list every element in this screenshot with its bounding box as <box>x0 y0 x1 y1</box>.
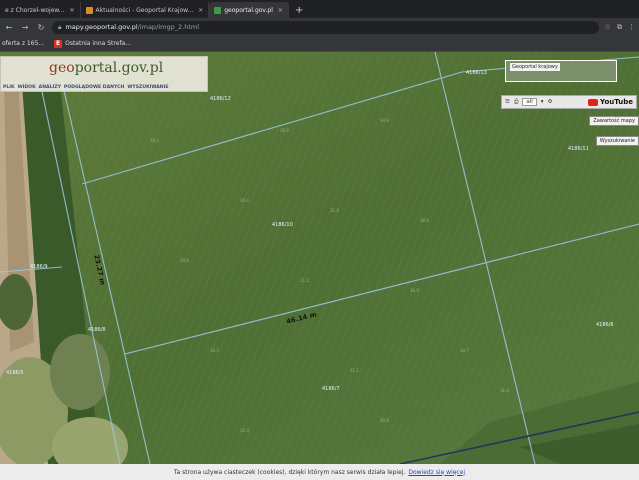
print-icon[interactable]: ⎙ <box>514 99 518 106</box>
svg-text:30.8: 30.8 <box>420 218 429 223</box>
tab-bar: e z Chorzel-wojew... ✕ Aktualności - Geo… <box>0 0 639 18</box>
back-icon[interactable]: ← <box>4 23 14 32</box>
extensions-icon[interactable]: ⧉ <box>617 23 622 32</box>
youtube-link[interactable]: YouTube <box>588 98 633 106</box>
map-viewport[interactable]: 30.4 31.0 30.8 30.6 31.2 30.9 30.5 31.1 30.7 3… <box>0 52 639 464</box>
search-panel-button[interactable]: Wyszukiwanie <box>595 136 639 146</box>
menu-item-analizy[interactable]: ANALIZY <box>39 85 61 90</box>
svg-text:31.0: 31.0 <box>500 388 509 393</box>
parcel-id[interactable]: 4186/6 <box>596 322 614 328</box>
svg-text:30.7: 30.7 <box>460 348 469 353</box>
menu-item-wyszukiwanie[interactable]: WYSZUKIWANIE <box>127 85 168 90</box>
close-icon[interactable]: ✕ <box>198 7 203 14</box>
tab-geoportal[interactable]: geoportal.gov.pl ✕ <box>209 2 289 18</box>
svg-text:31.1: 31.1 <box>350 368 359 373</box>
geoportal-logo[interactable]: geoportal.gov.pl <box>49 60 163 76</box>
map-controls: ☰ ⎙ all ▾ ⚙ YouTube <box>501 95 637 109</box>
cookie-text: Ta strona używa ciasteczek (cookies), dz… <box>173 468 406 476</box>
bookmark-label: oferta z 165... <box>2 40 45 47</box>
close-icon[interactable]: ✕ <box>278 7 283 14</box>
bookmark-item[interactable]: E Ostatnia inna Strefa... <box>54 39 131 48</box>
tab-aktualnosci[interactable]: Aktualności - Geoportal Krajow... ✕ <box>81 2 210 18</box>
svg-text:30.5: 30.5 <box>210 348 219 353</box>
geoportal-favicon-icon <box>214 6 222 14</box>
tab-label: geoportal.gov.pl <box>224 6 273 14</box>
svg-text:30.6: 30.6 <box>180 258 189 263</box>
geoportal-menu: PLIK WIDOK ANALIZY PODGLĄDOWE DANYCH WYS… <box>1 81 209 93</box>
close-icon[interactable]: ✕ <box>69 7 74 14</box>
svg-text:30.8: 30.8 <box>380 118 389 123</box>
reload-icon[interactable]: ↻ <box>36 23 46 32</box>
cookie-bar: Ta strona używa ciasteczek (cookies), dz… <box>0 464 639 480</box>
settings-icon[interactable]: ⚙ <box>548 99 553 105</box>
parcel-id[interactable]: 4186/8 <box>88 327 106 333</box>
menu-item-widok[interactable]: WIDOK <box>18 85 36 90</box>
forward-icon[interactable]: → <box>20 23 30 32</box>
parcel-id[interactable]: 4186/13 <box>466 70 487 76</box>
svg-text:31.0: 31.0 <box>330 208 339 213</box>
bookmark-item[interactable]: oferta z 165... <box>2 40 44 47</box>
address-bar[interactable]: 🔒︎ mapy.geoportal.gov.pl/imap/Imgp_2.htm… <box>52 20 599 34</box>
svg-text:30.9: 30.9 <box>380 418 389 423</box>
parcel-id[interactable]: 4186/9 <box>30 264 48 270</box>
bookmark-label: Ostatnia inna Strefa... <box>65 40 131 47</box>
tab-chorzele[interactable]: e z Chorzel-wojew... ✕ <box>0 2 81 18</box>
cookie-more-link[interactable]: Dowiedz się więcej <box>408 469 465 476</box>
svg-text:30.4: 30.4 <box>240 198 249 203</box>
parcel-id[interactable]: 4186/12 <box>210 96 231 102</box>
bookmarks-bar: oferta z 165... E Ostatnia inna Strefa..… <box>0 36 639 52</box>
tab-label: Aktualności - Geoportal Krajow... <box>95 6 194 14</box>
new-tab-button[interactable]: + <box>289 5 309 18</box>
overview-minimap[interactable]: Geoportal krajowy <box>505 60 617 82</box>
browser-toolbar: ← → ↻ 🔒︎ mapy.geoportal.gov.pl/imap/Imgp… <box>0 18 639 36</box>
minimap-label: Geoportal krajowy <box>510 63 560 71</box>
address-host: mapy.geoportal.gov.pl <box>65 23 138 31</box>
parcel-id[interactable]: 4186/11 <box>568 146 589 152</box>
menu-item-plik[interactable]: PLIK <box>3 85 15 90</box>
lock-icon: 🔒︎ <box>58 22 62 31</box>
svg-text:30.3: 30.3 <box>240 428 249 433</box>
bookmark-star-icon[interactable]: ☆ <box>605 23 611 31</box>
svg-text:30.6: 30.6 <box>280 128 289 133</box>
zoom-select[interactable]: all <box>522 98 537 106</box>
bookmark-favicon-icon: E <box>54 39 63 48</box>
parcel-id[interactable]: 4186/5 <box>6 370 24 376</box>
parcel-id[interactable]: 4186/10 <box>272 222 293 228</box>
tab-label: e z Chorzel-wojew... <box>5 6 65 14</box>
geoportal-header: geoportal.gov.pl PLIK WIDOK ANALIZY PODG… <box>0 56 208 92</box>
chevron-down-icon[interactable]: ▾ <box>541 99 544 105</box>
svg-text:31.2: 31.2 <box>300 278 309 283</box>
parcel-id[interactable]: 4186/7 <box>322 386 340 392</box>
list-icon[interactable]: ☰ <box>505 99 510 105</box>
svg-text:30.9: 30.9 <box>410 288 419 293</box>
svg-text:30.2: 30.2 <box>150 138 159 143</box>
menu-item-podglad[interactable]: PODGLĄDOWE DANYCH <box>64 85 124 90</box>
map-content-button[interactable]: Zawartość mapy <box>589 116 639 126</box>
menu-icon[interactable]: ⋮ <box>628 23 635 31</box>
geoportal-favicon-icon <box>85 6 93 14</box>
youtube-icon <box>588 98 599 106</box>
address-path: /imap/Imgp_2.html <box>137 23 200 31</box>
